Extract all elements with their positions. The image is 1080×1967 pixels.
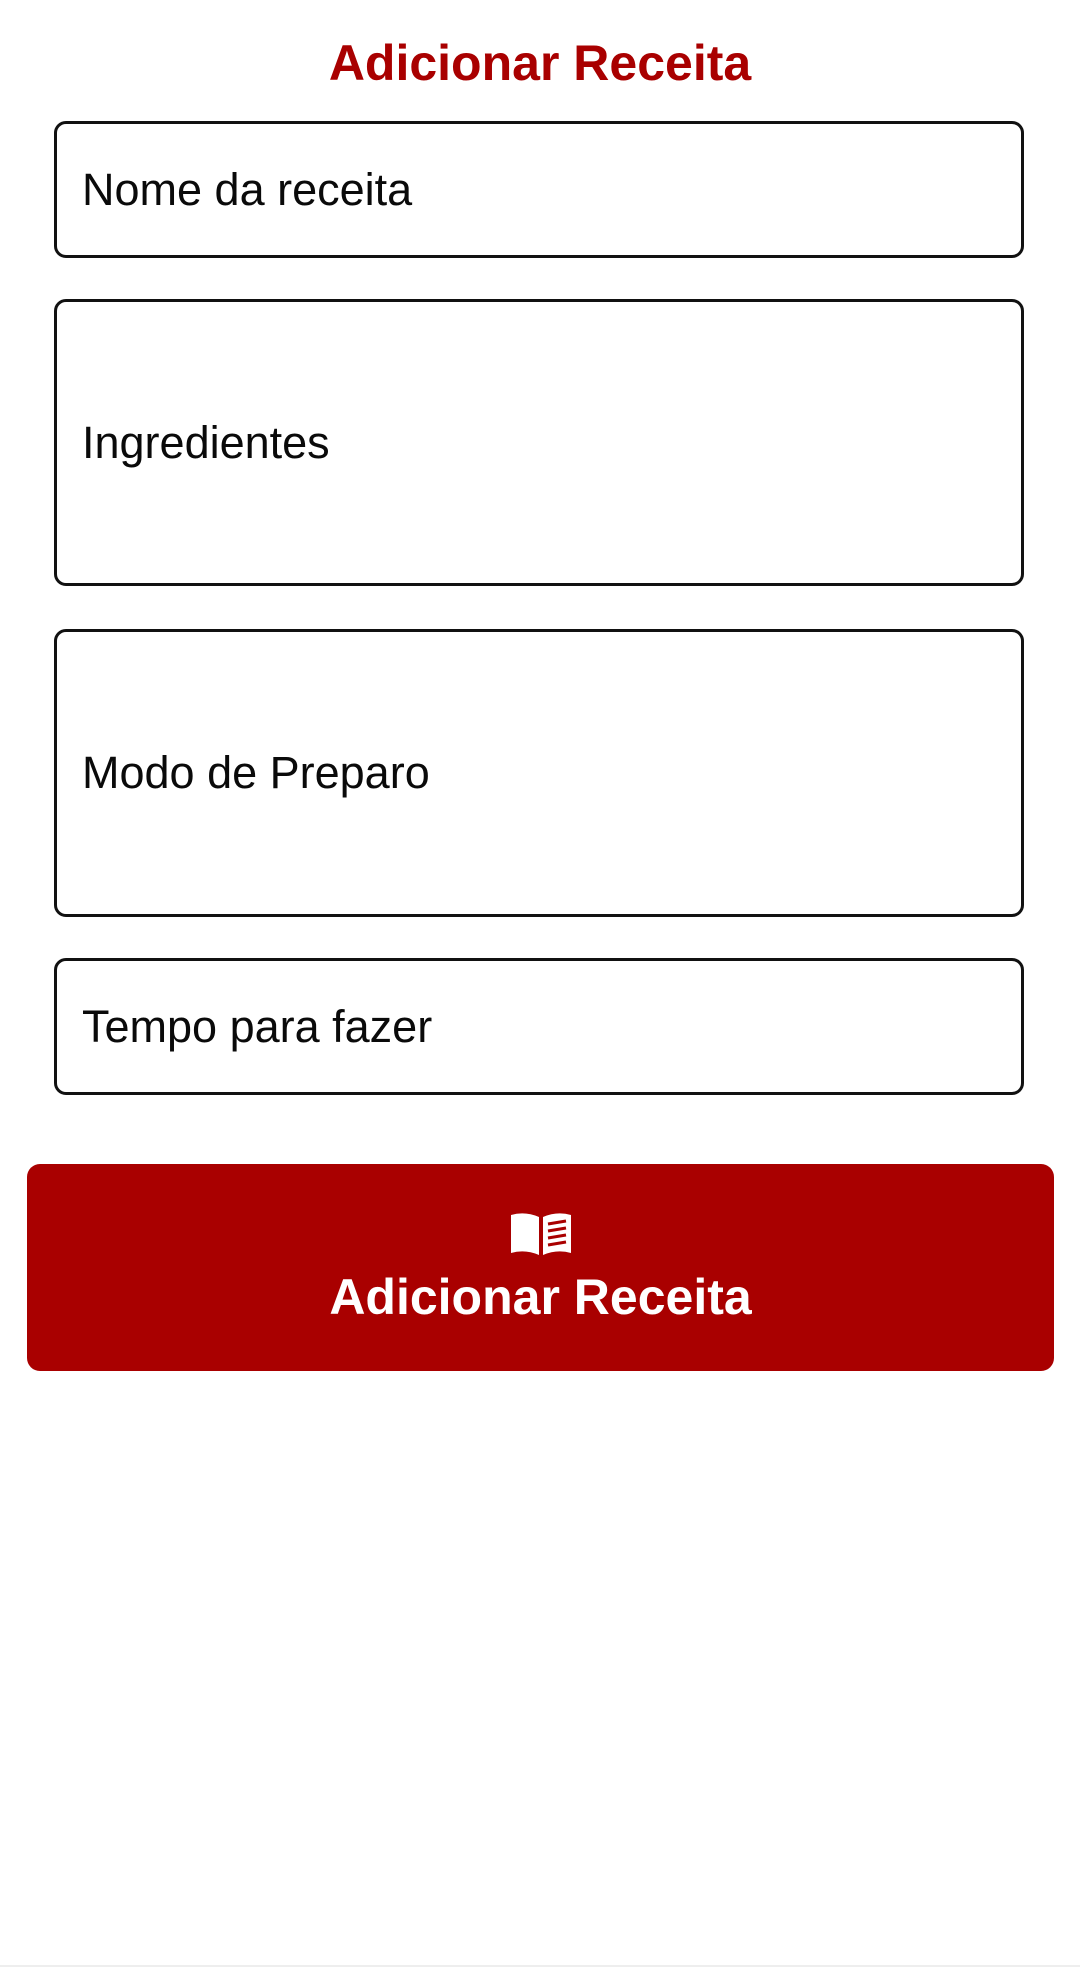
preparation-time-field[interactable]: Tempo para fazer	[54, 958, 1024, 1095]
ingredients-field[interactable]: Ingredientes	[54, 299, 1024, 586]
recipe-name-placeholder: Nome da receita	[82, 163, 413, 215]
recipe-name-field[interactable]: Nome da receita	[54, 121, 1024, 258]
add-recipe-button[interactable]: Adicionar Receita	[27, 1164, 1054, 1371]
preparation-method-field[interactable]: Modo de Preparo	[54, 629, 1024, 917]
ingredients-placeholder: Ingredientes	[82, 416, 330, 468]
add-recipe-button-label: Adicionar Receita	[329, 1268, 752, 1325]
page-title: Adicionar Receita	[328, 35, 752, 91]
preparation-method-placeholder: Modo de Preparo	[82, 747, 430, 798]
preparation-time-placeholder: Tempo para fazer	[82, 1000, 433, 1052]
open-book-icon	[510, 1212, 571, 1255]
